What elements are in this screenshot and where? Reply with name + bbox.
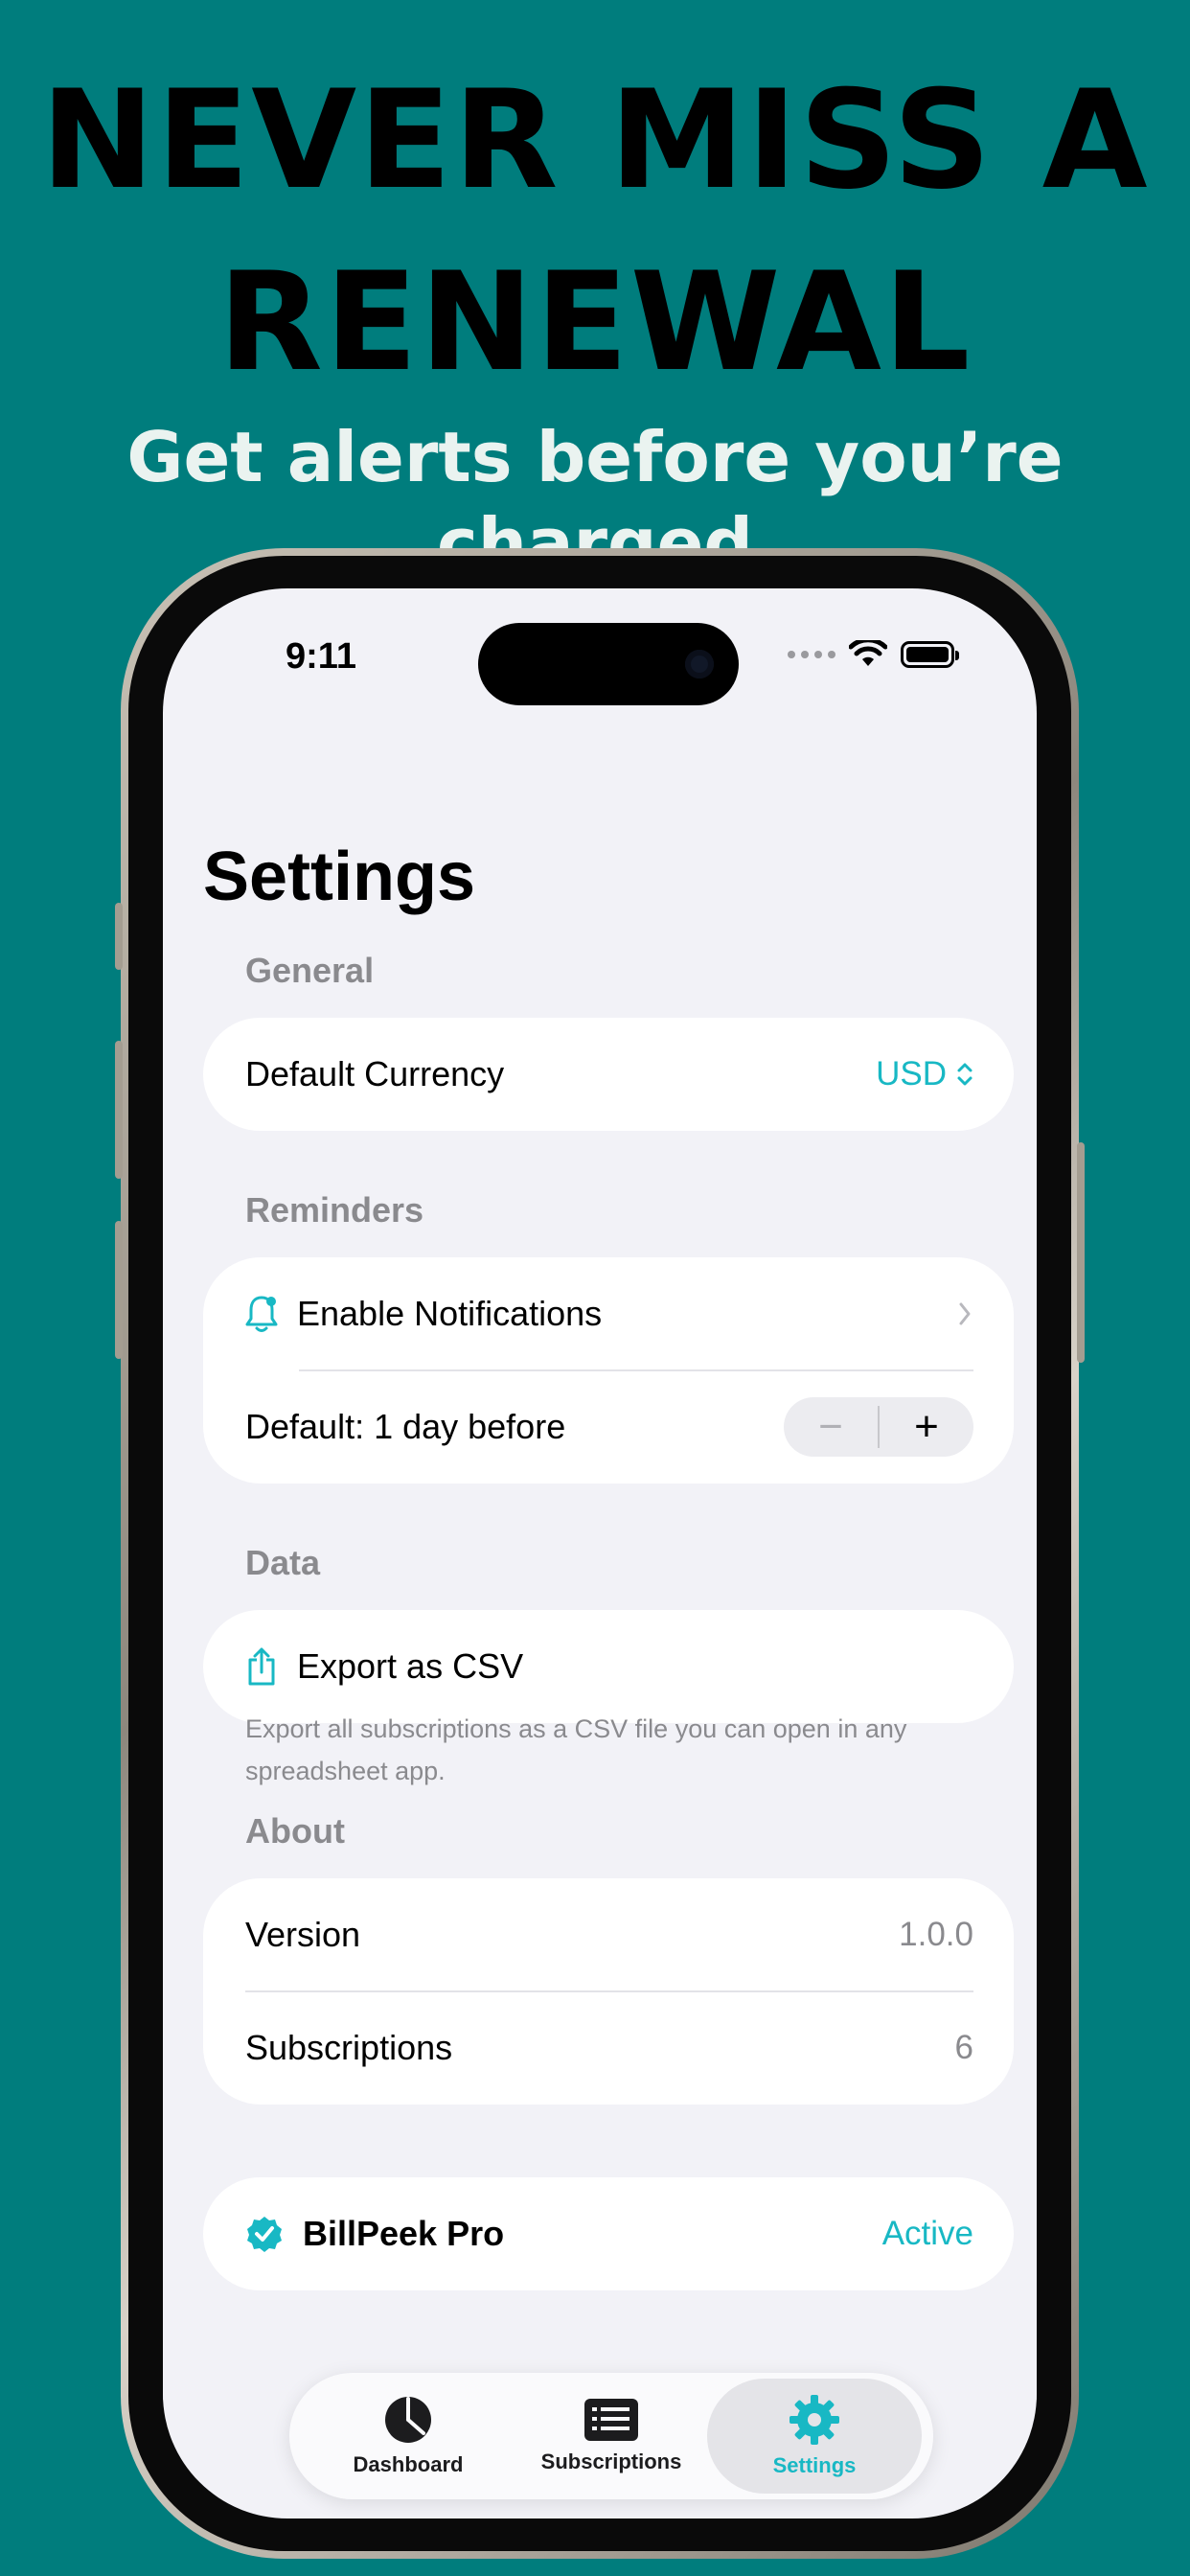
status-indicators bbox=[788, 640, 959, 669]
export-footnote: Export all subscriptions as a CSV file y… bbox=[245, 1714, 907, 1785]
reminders-card: Enable Notifications Default: 1 day befo… bbox=[203, 1257, 1014, 1484]
reminder-days-stepper[interactable]: − + bbox=[784, 1397, 973, 1457]
pro-card: BillPeek Pro Active bbox=[203, 2177, 1014, 2290]
status-time: 9:11 bbox=[286, 636, 356, 677]
headline-line-1: NEVER MISS A bbox=[40, 61, 1150, 219]
tab-subscriptions[interactable]: Subscriptions bbox=[504, 2373, 719, 2499]
promo-headline: NEVER MISS A RENEWAL bbox=[0, 50, 1190, 414]
subscriptions-count-value: 6 bbox=[954, 2029, 973, 2066]
version-value: 1.0.0 bbox=[899, 1916, 973, 1953]
gear-icon bbox=[790, 2395, 839, 2445]
volume-down-button bbox=[115, 1221, 123, 1359]
dynamic-island bbox=[478, 623, 739, 705]
default-currency-label: Default Currency bbox=[245, 1054, 505, 1093]
billpeek-pro-label: BillPeek Pro bbox=[303, 2214, 505, 2253]
section-header-data: Data bbox=[245, 1543, 321, 1582]
subscriptions-count-label: Subscriptions bbox=[245, 2028, 453, 2067]
volume-up-button bbox=[115, 1041, 123, 1179]
chevron-right-icon bbox=[959, 1302, 971, 1325]
section-header-general: General bbox=[245, 951, 375, 990]
tab-bar: Dashboard Subscriptions Settings bbox=[289, 2373, 933, 2499]
pro-status: Active bbox=[881, 2215, 973, 2252]
chevron-up-down-icon bbox=[957, 1063, 973, 1086]
list-icon bbox=[584, 2399, 638, 2441]
tab-dashboard-label: Dashboard bbox=[353, 2452, 464, 2476]
tab-subscriptions-label: Subscriptions bbox=[540, 2450, 682, 2473]
data-card: Export as CSV bbox=[203, 1610, 1014, 1723]
bell-icon bbox=[245, 1296, 278, 1332]
front-camera-icon bbox=[685, 650, 714, 678]
enable-notifications-label: Enable Notifications bbox=[297, 1294, 603, 1333]
page-title: Settings bbox=[203, 839, 476, 915]
tab-settings-label: Settings bbox=[772, 2453, 857, 2477]
share-icon bbox=[248, 1647, 275, 1686]
version-row: Version 1.0.0 bbox=[203, 1878, 1014, 1991]
tab-dashboard[interactable]: Dashboard bbox=[301, 2373, 515, 2499]
wifi-icon bbox=[849, 640, 887, 666]
section-header-about: About bbox=[245, 1811, 345, 1851]
currency-value: USD bbox=[876, 1055, 947, 1092]
stepper-increment-button[interactable]: + bbox=[880, 1397, 973, 1457]
currency-picker[interactable]: USD bbox=[876, 1055, 973, 1093]
export-csv-row[interactable]: Export as CSV bbox=[203, 1610, 1014, 1723]
version-label: Version bbox=[245, 1915, 361, 1954]
verified-badge-icon bbox=[247, 2217, 282, 2252]
pie-chart-icon bbox=[385, 2397, 431, 2443]
phone-screen: 9:11 Settings General Default Currency U… bbox=[163, 588, 1037, 2518]
tab-settings[interactable]: Settings bbox=[707, 2379, 922, 2494]
general-card: Default Currency USD bbox=[203, 1018, 1014, 1131]
billpeek-pro-row[interactable]: BillPeek Pro Active bbox=[203, 2177, 1014, 2290]
section-header-reminders: Reminders bbox=[245, 1190, 424, 1230]
action-button bbox=[115, 903, 123, 970]
headline-line-2: RENEWAL bbox=[217, 243, 973, 402]
phone-frame: 9:11 Settings General Default Currency U… bbox=[115, 548, 1085, 2559]
cellular-signal-icon bbox=[788, 651, 835, 658]
default-currency-row[interactable]: Default Currency USD bbox=[203, 1018, 1014, 1131]
stepper-decrement-button[interactable]: − bbox=[784, 1397, 878, 1457]
default-reminder-row: Default: 1 day before − + bbox=[203, 1370, 1014, 1484]
phone-bezel: 9:11 Settings General Default Currency U… bbox=[128, 556, 1071, 2551]
default-reminder-label: Default: 1 day before bbox=[245, 1407, 566, 1446]
subscriptions-count-row: Subscriptions 6 bbox=[203, 1991, 1014, 2104]
enable-notifications-row[interactable]: Enable Notifications bbox=[203, 1257, 1014, 1370]
about-card: Version 1.0.0 Subscriptions 6 bbox=[203, 1878, 1014, 2104]
battery-icon bbox=[901, 641, 959, 668]
power-button bbox=[1077, 1142, 1085, 1363]
export-csv-label: Export as CSV bbox=[297, 1646, 524, 1686]
